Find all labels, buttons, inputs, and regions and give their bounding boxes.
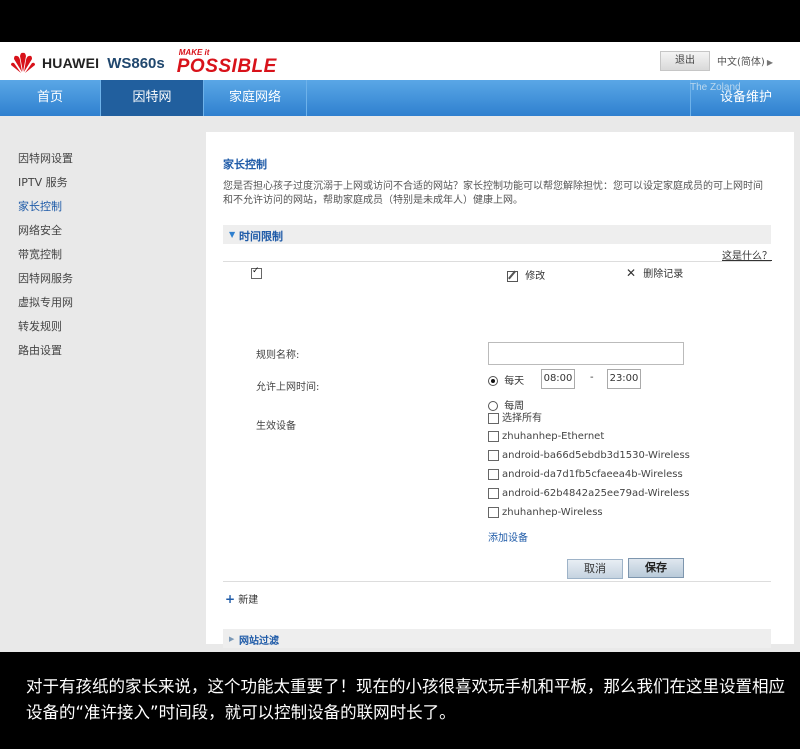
device-checkbox[interactable] [488, 487, 499, 499]
slogan-big: POSSIBLE [176, 56, 277, 77]
close-icon: ✕ [626, 266, 637, 280]
time-limit-section-header[interactable]: ▼ 时间限制 [223, 225, 771, 244]
list-item[interactable]: android-da7d1fb5cfaeea4b-Wireless [488, 465, 690, 484]
content-panel: 家长控制 您是否担心孩子过度沉溺于上网或访问不合适的网站？家长控制功能可以帮您解… [206, 132, 794, 648]
header-bar: HUAWEI WS860s MAKE it POSSIBLE 退出 中文(简体)… [0, 42, 800, 80]
select-all-checkbox[interactable] [488, 412, 499, 424]
tab-home-network[interactable]: 家庭网络 [204, 80, 307, 116]
daily-radio[interactable] [488, 376, 498, 386]
caret-right-icon: ▶ [229, 635, 235, 643]
start-time-input[interactable]: 08:00 [541, 369, 575, 389]
divider [223, 261, 771, 262]
language-label: 中文(简体) [717, 57, 765, 68]
device-checkbox[interactable] [488, 468, 499, 480]
slogan-logo: MAKE it POSSIBLE [176, 48, 283, 77]
help-link[interactable]: 这是什么？ [722, 247, 772, 262]
sidebar-item-internet-settings[interactable]: 因特网设置 [0, 147, 200, 171]
sidebar-item-network-security[interactable]: 网络安全 [0, 219, 200, 243]
plus-icon: + [225, 592, 236, 606]
daily-radio-option[interactable]: 每天 [488, 372, 524, 387]
list-item[interactable]: android-62b4842a25ee79ad-Wireless [488, 484, 690, 503]
edit-label: 修改 [525, 271, 546, 282]
daily-label: 每天 [504, 376, 525, 387]
cancel-button[interactable]: 取消 [567, 559, 623, 579]
select-rule-checkbox[interactable] [251, 266, 262, 279]
caption-text: 对于有孩纸的家长来说，这个功能太重要了！现在的小孩很喜欢玩手机和平板，那么我们在… [26, 677, 785, 722]
brand-name: HUAWEI [42, 55, 100, 71]
sidebar-item-forwarding[interactable]: 转发规则 [0, 315, 200, 339]
device-name: zhuhanhep-Ethernet [502, 431, 605, 442]
device-name: zhuhanhep-Wireless [502, 507, 603, 518]
new-rule-button[interactable]: + 新建 [225, 591, 258, 606]
delete-record-button[interactable]: ✕ 删除记录 [626, 265, 683, 280]
divider [223, 581, 771, 582]
allow-time-label: 允许上网时间: [256, 382, 320, 393]
huawei-logo: HUAWEI WS860s MAKE it POSSIBLE [10, 48, 283, 77]
weekly-radio[interactable] [488, 401, 498, 411]
time-limit-section-label: 时间限制 [239, 230, 283, 243]
page-title: 家长控制 [223, 158, 267, 171]
model-name: WS860s [107, 54, 165, 72]
select-all-label: 选择所有 [502, 413, 542, 424]
device-list: 选择所有 zhuhanhep-Ethernet android-ba66d5eb… [488, 411, 690, 522]
tab-home[interactable]: 首页 [0, 80, 101, 116]
page-description: 您是否担心孩子过度沉溺于上网或访问不合适的网站？家长控制功能可以帮您解除担忧：您… [223, 181, 763, 206]
devices-label: 生效设备 [256, 421, 296, 432]
sidebar-item-vpn[interactable]: 虚拟专用网 [0, 291, 200, 315]
caret-down-icon: ▼ [229, 230, 236, 239]
main-nav: 首页 因特网 家庭网络 设备维护 The Zoland [0, 80, 800, 116]
end-time-input[interactable]: 23:00 [607, 369, 641, 389]
sidebar-item-bandwidth[interactable]: 带宽控制 [0, 243, 200, 267]
tab-internet[interactable]: 因特网 [101, 80, 204, 116]
new-rule-label: 新建 [238, 595, 259, 606]
device-name: android-ba66d5ebdb3d1530-Wireless [502, 450, 690, 461]
sidebar-item-routing[interactable]: 路由设置 [0, 339, 200, 363]
huawei-flower-icon [10, 52, 36, 74]
web-filter-section-label: 网站过滤 [239, 636, 279, 647]
edit-icon [507, 270, 518, 282]
list-item[interactable]: android-ba66d5ebdb3d1530-Wireless [488, 446, 690, 465]
rule-name-label: 规则名称: [256, 350, 300, 361]
edit-button[interactable]: 修改 [507, 267, 545, 282]
delete-label: 删除记录 [643, 269, 684, 280]
language-selector[interactable]: 中文(简体) ▶ [717, 53, 773, 68]
list-item[interactable]: zhuhanhep-Wireless [488, 503, 690, 522]
time-separator: - [590, 372, 594, 383]
device-checkbox[interactable] [488, 430, 499, 442]
sidebar-item-parental-control[interactable]: 家长控制 [0, 195, 200, 219]
device-name: android-62b4842a25ee79ad-Wireless [502, 488, 690, 499]
select-all-row[interactable]: 选择所有 [488, 411, 690, 427]
sidebar-item-internet-services[interactable]: 因特网服务 [0, 267, 200, 291]
router-admin-frame: HUAWEI WS860s MAKE it POSSIBLE 退出 中文(简体)… [0, 42, 800, 652]
logout-button[interactable]: 退出 [660, 51, 710, 71]
caret-right-icon: ▶ [766, 58, 773, 67]
device-checkbox[interactable] [488, 506, 499, 518]
save-button[interactable]: 保存 [628, 558, 684, 578]
device-name: android-da7d1fb5cfaeea4b-Wireless [502, 469, 683, 480]
sidebar: 因特网设置 IPTV 服务 家长控制 网络安全 带宽控制 因特网服务 虚拟专用网… [0, 147, 200, 363]
weekly-radio-option[interactable]: 每周 [488, 397, 524, 412]
device-checkbox[interactable] [488, 449, 499, 461]
sidebar-item-iptv[interactable]: IPTV 服务 [0, 171, 200, 195]
add-device-link[interactable]: 添加设备 [488, 529, 528, 544]
web-filter-section-header[interactable]: ▶ 网站过滤 [223, 629, 771, 648]
list-item[interactable]: zhuhanhep-Ethernet [488, 427, 690, 446]
rule-name-input[interactable] [488, 342, 684, 365]
watermark-text: The Zoland [690, 82, 741, 93]
